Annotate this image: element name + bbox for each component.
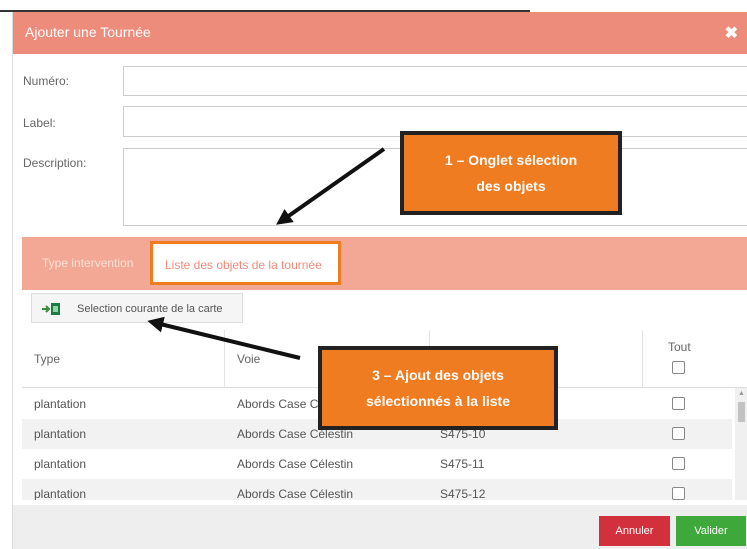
row-id: S475-11 <box>440 457 485 471</box>
tab-liste-objets-label: Liste des objets de la tournée <box>165 258 322 272</box>
dialog-header: Ajouter une Tournée ✖ <box>13 12 747 54</box>
callout-3-line2: sélectionnés à la liste <box>366 393 510 409</box>
current-map-selection-label: Selection courante de la carte <box>77 303 223 315</box>
validate-button[interactable]: Valider <box>676 516 746 546</box>
callout-add-objects: 3 – Ajout des objets sélectionnés à la l… <box>318 346 558 430</box>
column-header-type: Type <box>34 352 61 366</box>
row-type: plantation <box>34 457 87 471</box>
callout-3-line1: 3 – Ajout des objets <box>372 367 504 383</box>
row-checkbox[interactable] <box>672 397 685 410</box>
row-checkbox[interactable] <box>672 457 685 470</box>
column-header-voie[interactable]: Voie <box>237 352 260 366</box>
tab-bar: Type intervention Liste des objets de la… <box>22 237 747 290</box>
scroll-up-icon[interactable]: ▲ <box>738 390 745 397</box>
table-scrollbar[interactable]: ▲ <box>735 388 747 500</box>
close-icon[interactable]: ✖ <box>725 23 738 43</box>
background-window-edge <box>0 0 530 12</box>
row-type: plantation <box>34 487 87 500</box>
row-voie: Abords Case Célestin <box>237 487 354 500</box>
column-divider <box>224 330 225 388</box>
label-label: Label: <box>23 116 56 130</box>
cancel-button[interactable]: Annuler <box>599 516 670 546</box>
description-label: Description: <box>23 156 87 170</box>
numero-label: Numéro: <box>23 74 70 88</box>
current-map-selection-button[interactable]: Selection courante de la carte <box>31 293 243 323</box>
table-row[interactable]: plantation Abords Case Célestin S475-11 <box>22 449 732 479</box>
tab-liste-objets[interactable]: Liste des objets de la tournée <box>150 241 341 285</box>
add-tour-dialog: Ajouter une Tournée ✖ Numéro: Label: Des… <box>12 12 747 549</box>
row-type: plantation <box>34 427 87 441</box>
column-divider <box>642 330 643 388</box>
callout-tab-selection: 1 – Onglet sélection des objets <box>400 131 622 215</box>
scroll-thumb[interactable] <box>738 402 745 422</box>
dialog-footer: Annuler Valider <box>13 505 747 549</box>
callout-1-line1: 1 – Onglet sélection <box>444 152 578 168</box>
row-checkbox[interactable] <box>672 487 685 500</box>
tab-type-intervention[interactable]: Type intervention <box>42 256 133 270</box>
row-id: S475-12 <box>440 487 486 500</box>
select-all-checkbox[interactable] <box>672 361 685 374</box>
row-type: plantation <box>34 397 87 411</box>
callout-1-line2: des objets <box>476 178 546 194</box>
table-row[interactable]: plantation Abords Case Célestin S475-12 <box>22 479 732 500</box>
column-header-tout: Tout <box>668 340 691 354</box>
row-checkbox[interactable] <box>672 427 685 440</box>
numero-input[interactable] <box>123 66 747 96</box>
map-selection-add-icon <box>42 303 60 315</box>
row-voie: Abords Case Célestin <box>237 457 354 471</box>
dialog-title: Ajouter une Tournée <box>25 24 151 40</box>
